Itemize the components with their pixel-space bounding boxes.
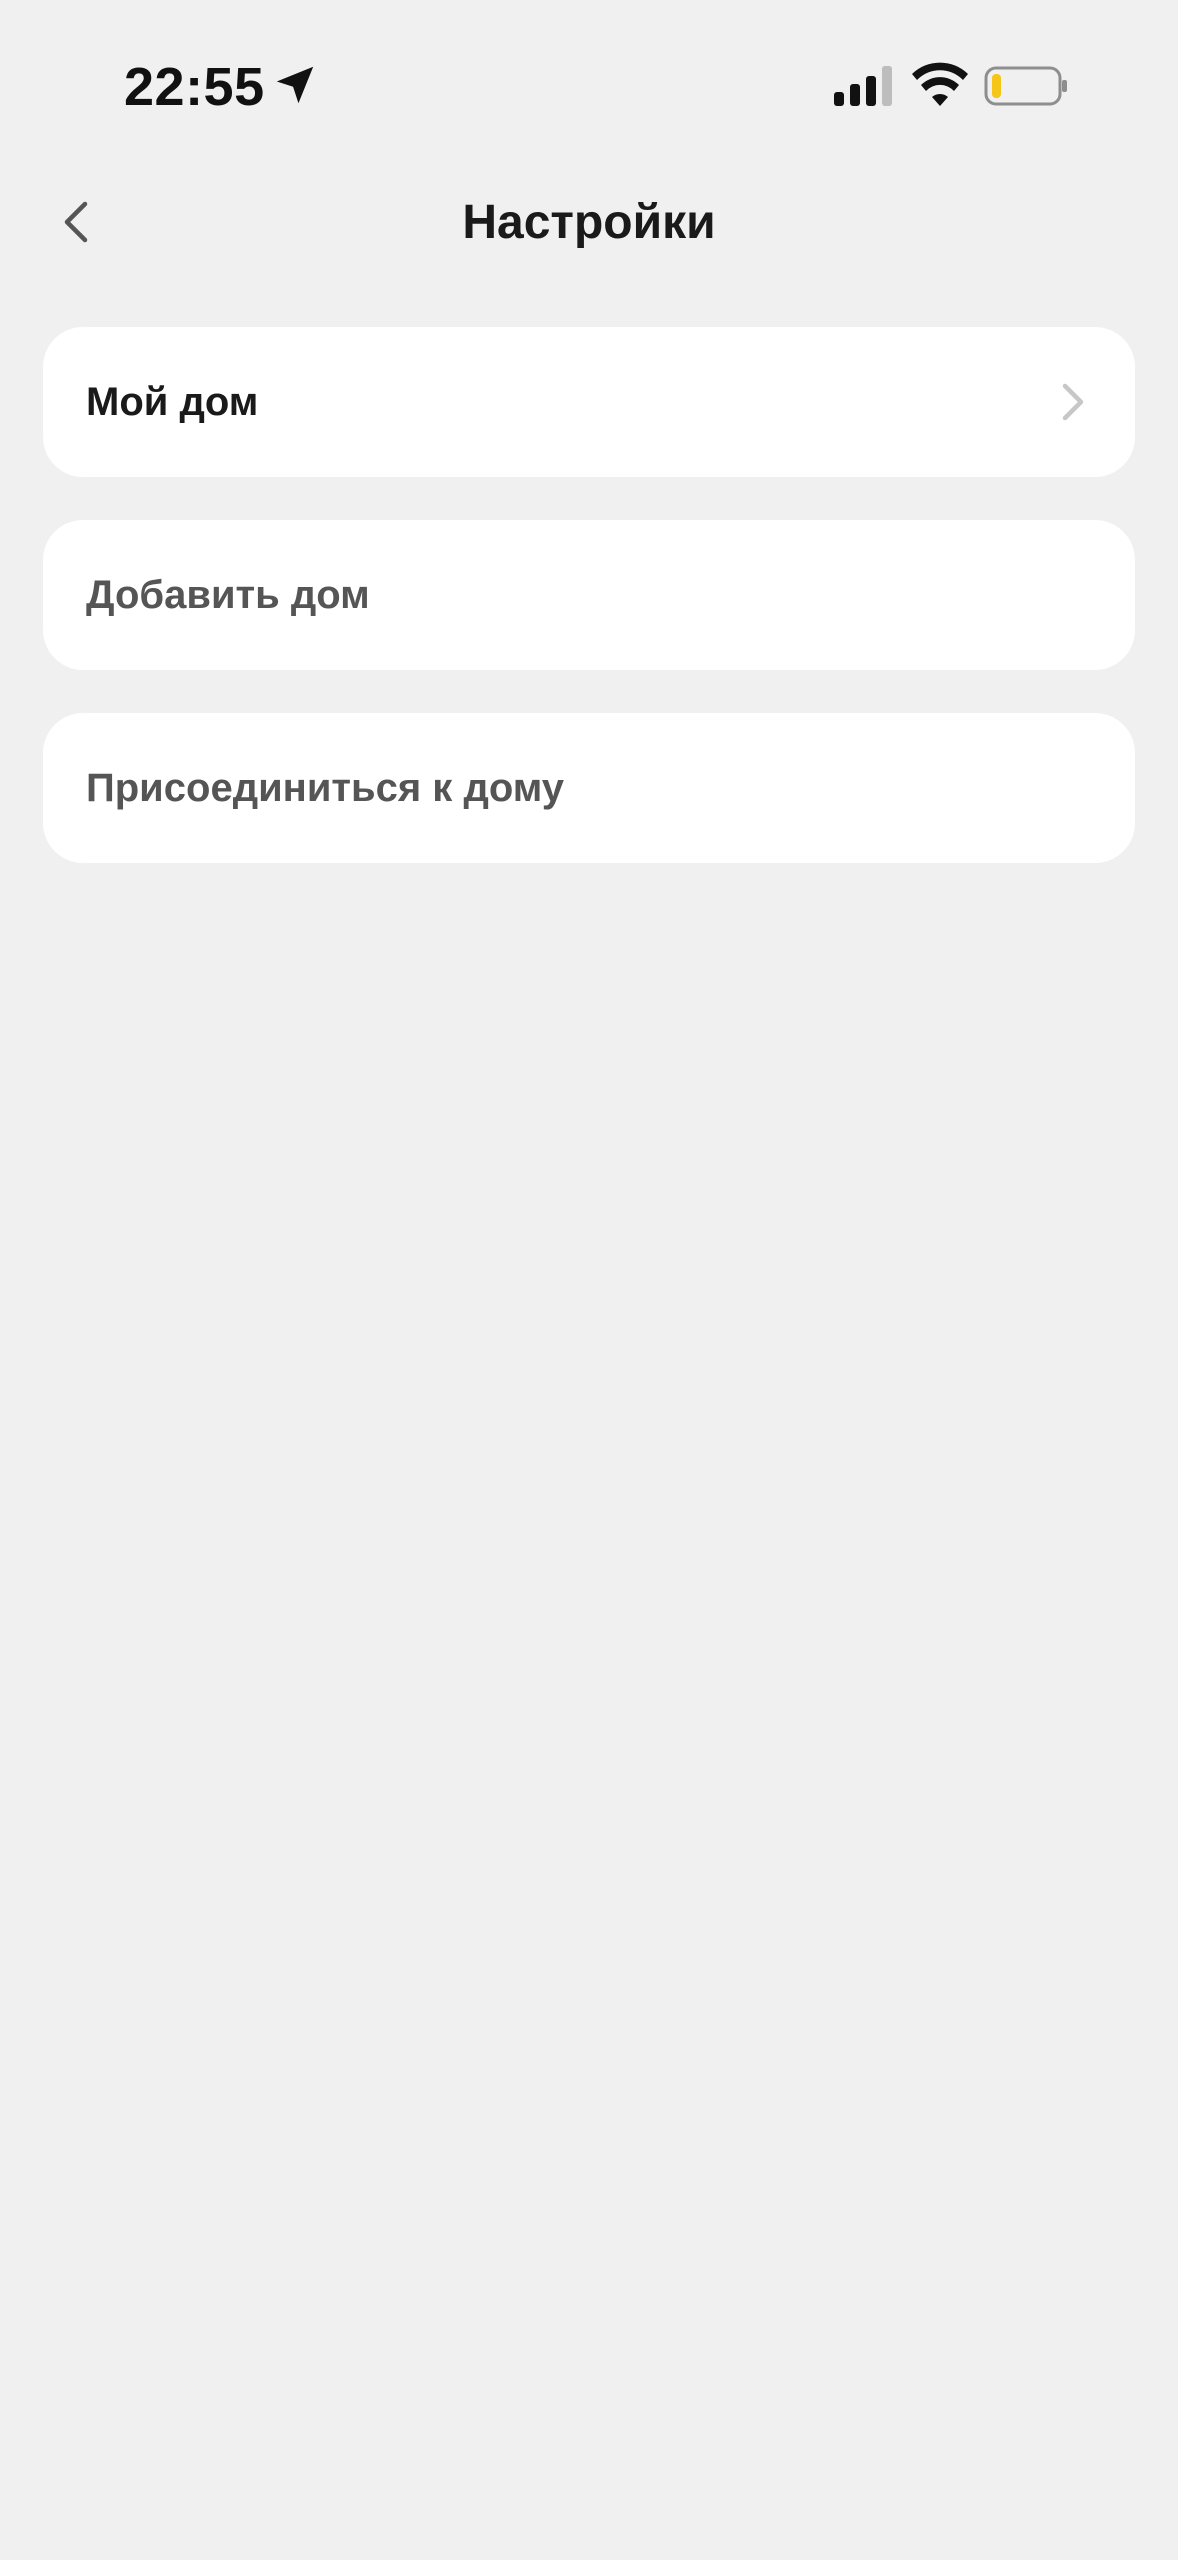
navigation-header: Настройки xyxy=(0,170,1178,280)
location-arrow-icon xyxy=(276,66,314,104)
menu-item-label: Добавить дом xyxy=(86,573,370,617)
status-time: 22:55 xyxy=(124,57,265,117)
battery-low-icon xyxy=(984,66,1067,106)
page-title: Настройки xyxy=(462,196,716,249)
menu-item-add-home[interactable]: Добавить дом xyxy=(43,520,1135,670)
menu-item-label: Мой дом xyxy=(86,380,259,424)
wifi-icon xyxy=(912,62,968,106)
settings-menu: Мой дом Добавить дом Присоединиться к до… xyxy=(43,327,1135,906)
cellular-signal-icon xyxy=(834,66,892,106)
menu-item-my-home[interactable]: Мой дом xyxy=(43,327,1135,477)
chevron-right-icon xyxy=(1062,383,1084,421)
status-bar: 22:55 xyxy=(0,0,1178,170)
menu-item-join-home[interactable]: Присоединиться к дому xyxy=(43,713,1135,863)
menu-item-label: Присоединиться к дому xyxy=(86,766,565,810)
